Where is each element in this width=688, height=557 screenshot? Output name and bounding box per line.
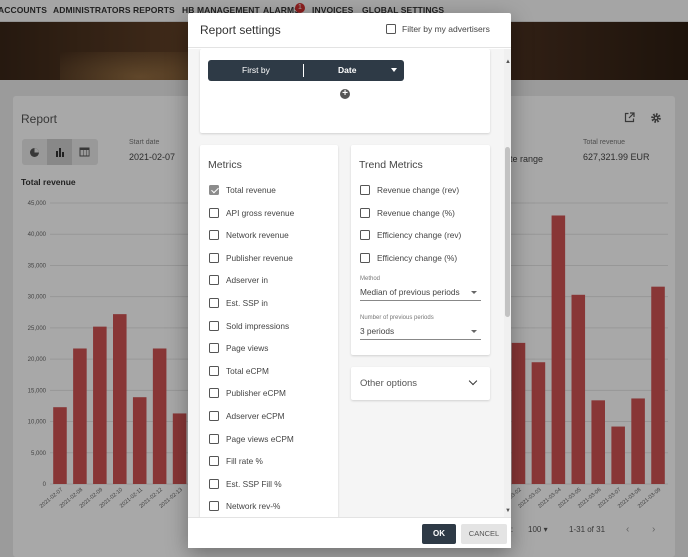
metric-label: API gross revenue — [226, 207, 295, 218]
scrollbar-thumb[interactable] — [505, 147, 510, 317]
trend-metric-checkbox[interactable] — [360, 207, 370, 218]
trend-metric-checkbox[interactable] — [360, 185, 370, 195]
metric-label: Total eCPM — [226, 365, 269, 376]
method-select[interactable]: Median of previous periods — [360, 285, 481, 301]
metric-label: Network revenue — [226, 230, 289, 241]
first-by-label: First by — [242, 65, 270, 75]
plus-icon: + — [342, 88, 348, 99]
metrics-panel: Metrics Total revenue API gross revenue Ne… — [200, 145, 338, 517]
trend-metric-option[interactable]: Revenue change (%) — [360, 207, 455, 219]
metric-option[interactable]: Page views eCPM — [209, 433, 294, 445]
metric-label: Fill rate % — [226, 456, 263, 467]
grouping-panel: First by Date + — [200, 49, 490, 133]
metric-label: Page views eCPM — [226, 433, 294, 444]
filter-by-advertisers-label: Filter by my advertisers — [402, 24, 490, 34]
metric-label: Total revenue — [226, 185, 276, 195]
metric-label: Est. SSP Fill % — [226, 478, 282, 489]
dialog-footer: OK CANCEL — [188, 517, 511, 548]
metric-checkbox[interactable] — [209, 275, 219, 286]
caret-down-icon — [471, 330, 477, 333]
chevron-down-icon — [468, 376, 478, 386]
metric-label: Est. SSP in — [226, 298, 268, 308]
other-options-expander[interactable]: Other options — [351, 367, 490, 400]
method-value: Median of previous periods — [360, 287, 460, 297]
filter-by-advertisers-checkbox[interactable] — [386, 24, 396, 34]
metric-option[interactable]: Est. SSP Fill % — [209, 478, 282, 490]
metric-checkbox[interactable] — [209, 252, 219, 263]
metric-label: Sold impressions — [226, 320, 290, 331]
metric-checkbox[interactable] — [209, 365, 219, 376]
metric-checkbox[interactable] — [209, 388, 219, 399]
trend-metric-option[interactable]: Revenue change (rev) — [360, 184, 459, 196]
dialog-body: First by Date + Metrics Total revenue API… — [188, 49, 511, 517]
metric-checkbox[interactable] — [209, 501, 219, 512]
metric-option[interactable]: Adserver eCPM — [209, 410, 285, 422]
trend-metric-option[interactable]: Efficiency change (rev) — [360, 229, 461, 241]
metric-checkbox[interactable] — [209, 411, 219, 421]
metric-checkbox[interactable] — [209, 433, 219, 444]
metric-checkbox[interactable] — [209, 343, 219, 354]
dialog-scrollbar[interactable]: ▲ ▼ — [504, 49, 511, 517]
first-by-value: Date — [338, 65, 357, 75]
trend-metrics-title: Trend Metrics — [359, 159, 423, 171]
caret-down-icon — [391, 68, 397, 72]
metric-option[interactable]: Total eCPM — [209, 365, 269, 377]
cancel-button[interactable]: CANCEL — [461, 524, 507, 544]
metric-option[interactable]: Publisher revenue — [209, 252, 293, 264]
trend-metric-checkbox[interactable] — [360, 252, 370, 263]
metric-label: Page views — [226, 343, 269, 354]
metric-option[interactable]: Page views — [209, 342, 268, 354]
filter-by-advertisers[interactable]: Filter by my advertisers — [386, 24, 490, 34]
metric-label: Adserver eCPM — [226, 411, 285, 421]
previous-periods-select[interactable]: 3 periods — [360, 324, 481, 340]
metric-option[interactable]: Network rev-% — [209, 500, 280, 512]
metric-option[interactable]: Sold impressions — [209, 320, 289, 332]
metric-checkbox[interactable] — [209, 230, 219, 241]
dialog-header: Report settings Filter by my advertisers — [188, 13, 511, 48]
metric-option[interactable]: Adserver in — [209, 274, 268, 286]
trend-metric-checkbox[interactable] — [360, 230, 370, 241]
text-cursor — [303, 64, 304, 77]
dialog-title: Report settings — [200, 23, 281, 37]
metric-option[interactable]: Est. SSP in — [209, 297, 268, 309]
metric-checkbox[interactable] — [209, 298, 219, 308]
metric-checkbox[interactable] — [209, 207, 219, 218]
trend-metrics-panel: Trend Metrics Revenue change (rev) Revenu… — [351, 145, 490, 355]
metric-label: Adserver in — [226, 275, 268, 286]
scroll-up-icon[interactable]: ▲ — [505, 59, 511, 65]
other-options-label: Other options — [360, 378, 418, 389]
first-by-select[interactable]: First by Date — [208, 60, 404, 81]
trend-metric-label: Revenue change (rev) — [377, 185, 460, 195]
ok-button[interactable]: OK — [422, 524, 456, 544]
trend-metric-option[interactable]: Efficiency change (%) — [360, 252, 457, 264]
previous-periods-value: 3 periods — [360, 326, 395, 336]
metric-checkbox[interactable] — [209, 456, 219, 467]
metric-option[interactable]: Publisher eCPM — [209, 387, 286, 399]
metrics-title: Metrics — [208, 159, 242, 171]
metric-checkbox[interactable] — [209, 478, 219, 489]
metric-option[interactable]: Fill rate % — [209, 455, 263, 467]
metric-label: Publisher eCPM — [226, 388, 286, 399]
trend-metric-label: Efficiency change (rev) — [377, 230, 462, 241]
metric-checkbox[interactable] — [209, 320, 219, 331]
add-grouping-button[interactable]: + — [340, 89, 350, 99]
metric-option[interactable]: Network revenue — [209, 229, 289, 241]
previous-periods-label: Number of previous periods — [360, 315, 434, 321]
metric-checkbox[interactable] — [209, 185, 219, 195]
metric-option[interactable]: Total revenue — [209, 184, 276, 196]
trend-metric-label: Revenue change (%) — [377, 207, 455, 218]
caret-down-icon — [471, 291, 477, 294]
trend-metric-label: Efficiency change (%) — [377, 252, 458, 263]
method-label: Method — [360, 276, 381, 282]
metric-option[interactable]: API gross revenue — [209, 207, 294, 219]
report-settings-dialog: Report settings Filter by my advertisers… — [188, 13, 511, 548]
metric-label: Publisher revenue — [226, 252, 293, 263]
scroll-down-icon[interactable]: ▼ — [505, 508, 511, 514]
metric-label: Network rev-% — [226, 501, 281, 512]
